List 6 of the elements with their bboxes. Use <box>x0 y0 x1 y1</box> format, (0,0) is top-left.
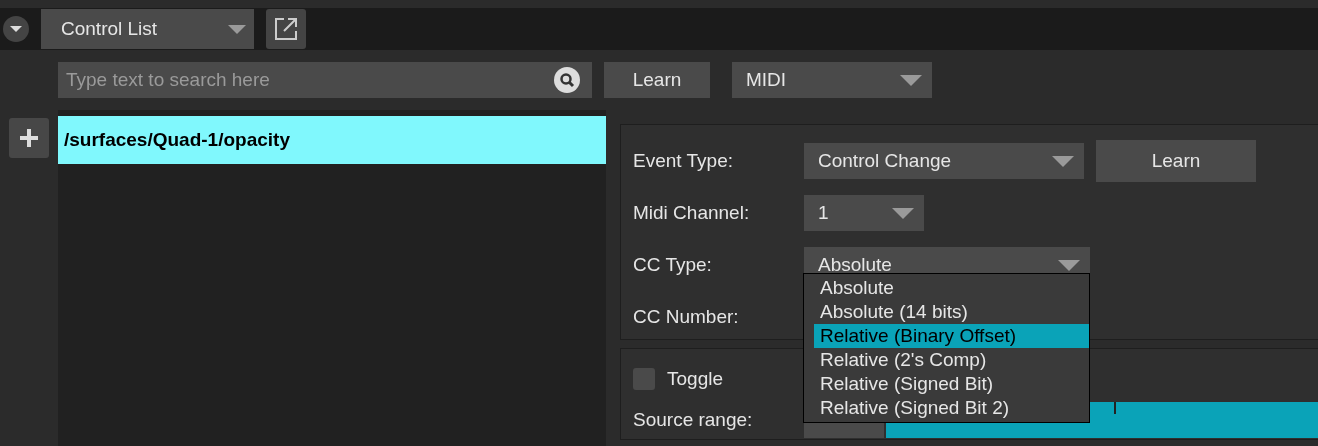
field-label: CC Number: <box>633 306 740 328</box>
field-label: Midi Channel: <box>633 202 751 224</box>
field-label: Source range: <box>633 409 754 431</box>
field-label: CC Type: <box>633 254 713 276</box>
checkbox-label: Toggle <box>667 368 723 390</box>
field-label: Event Type: <box>633 150 734 172</box>
